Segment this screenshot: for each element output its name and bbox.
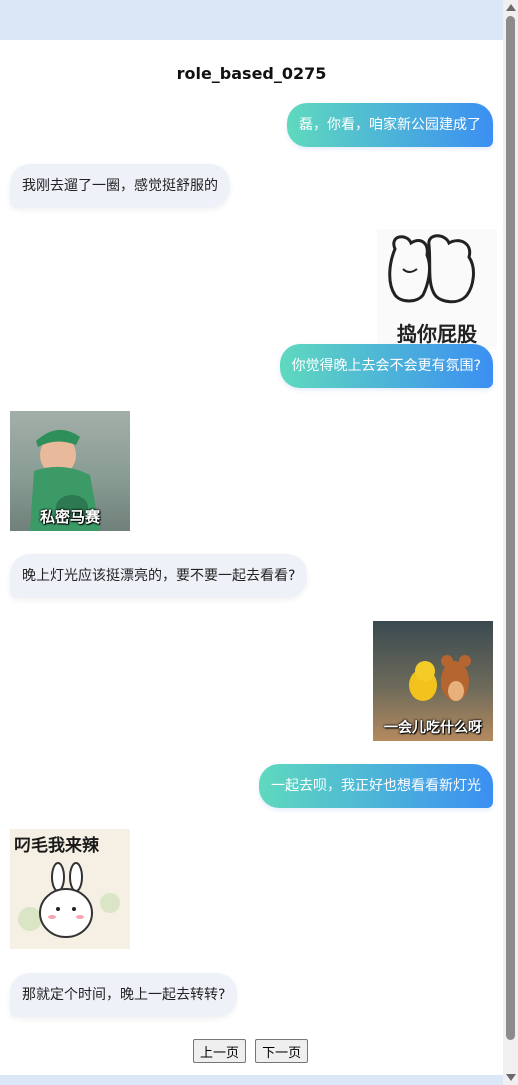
- chat-bubble-received: 那就定个时间，晚上一起去转转?: [10, 973, 238, 1017]
- scroll-thumb[interactable]: [506, 16, 515, 1040]
- sticker-bear-poke: 捣你屁股: [377, 229, 497, 349]
- chat-bubble-sent: 磊，你看，咱家新公园建成了: [287, 103, 493, 147]
- sticker-caption: 叼毛我来辣: [14, 836, 99, 856]
- prev-page-button[interactable]: 上一页: [193, 1039, 247, 1063]
- page-title: role_based_0275: [176, 64, 327, 83]
- chat-bubble-sent: 一起去呗，我正好也想看看新灯光: [259, 764, 493, 808]
- chat-bubble-received: 晚上灯光应该挺漂亮的，要不要一起去看看?: [10, 554, 308, 598]
- next-page-button[interactable]: 下一页: [255, 1039, 309, 1063]
- vertical-scrollbar[interactable]: [503, 0, 518, 1085]
- scroll-down-arrow-icon[interactable]: [506, 1074, 516, 1081]
- sticker-cartoon-mouse: 一会儿吃什么呀: [373, 621, 493, 741]
- pagination: 上一页 下一页: [193, 1039, 312, 1063]
- chat-page: role_based_0275 磊，你看，咱家新公园建成了 我刚去遛了一圈，感觉…: [0, 40, 503, 1075]
- sticker-caption: 一会儿吃什么呀: [384, 720, 482, 736]
- sticker-caption: 私密马赛: [39, 508, 100, 526]
- sticker-bunny: 叼毛我来辣: [10, 829, 130, 949]
- chat-bubble-received: 我刚去遛了一圈，感觉挺舒服的: [10, 164, 230, 208]
- scroll-up-arrow-icon[interactable]: [506, 4, 516, 11]
- sticker-man-bowing: 私密马赛: [10, 411, 130, 531]
- chat-bubble-sent: 你觉得晚上去会不会更有氛围?: [279, 344, 493, 388]
- sticker-caption: 捣你屁股: [397, 322, 477, 346]
